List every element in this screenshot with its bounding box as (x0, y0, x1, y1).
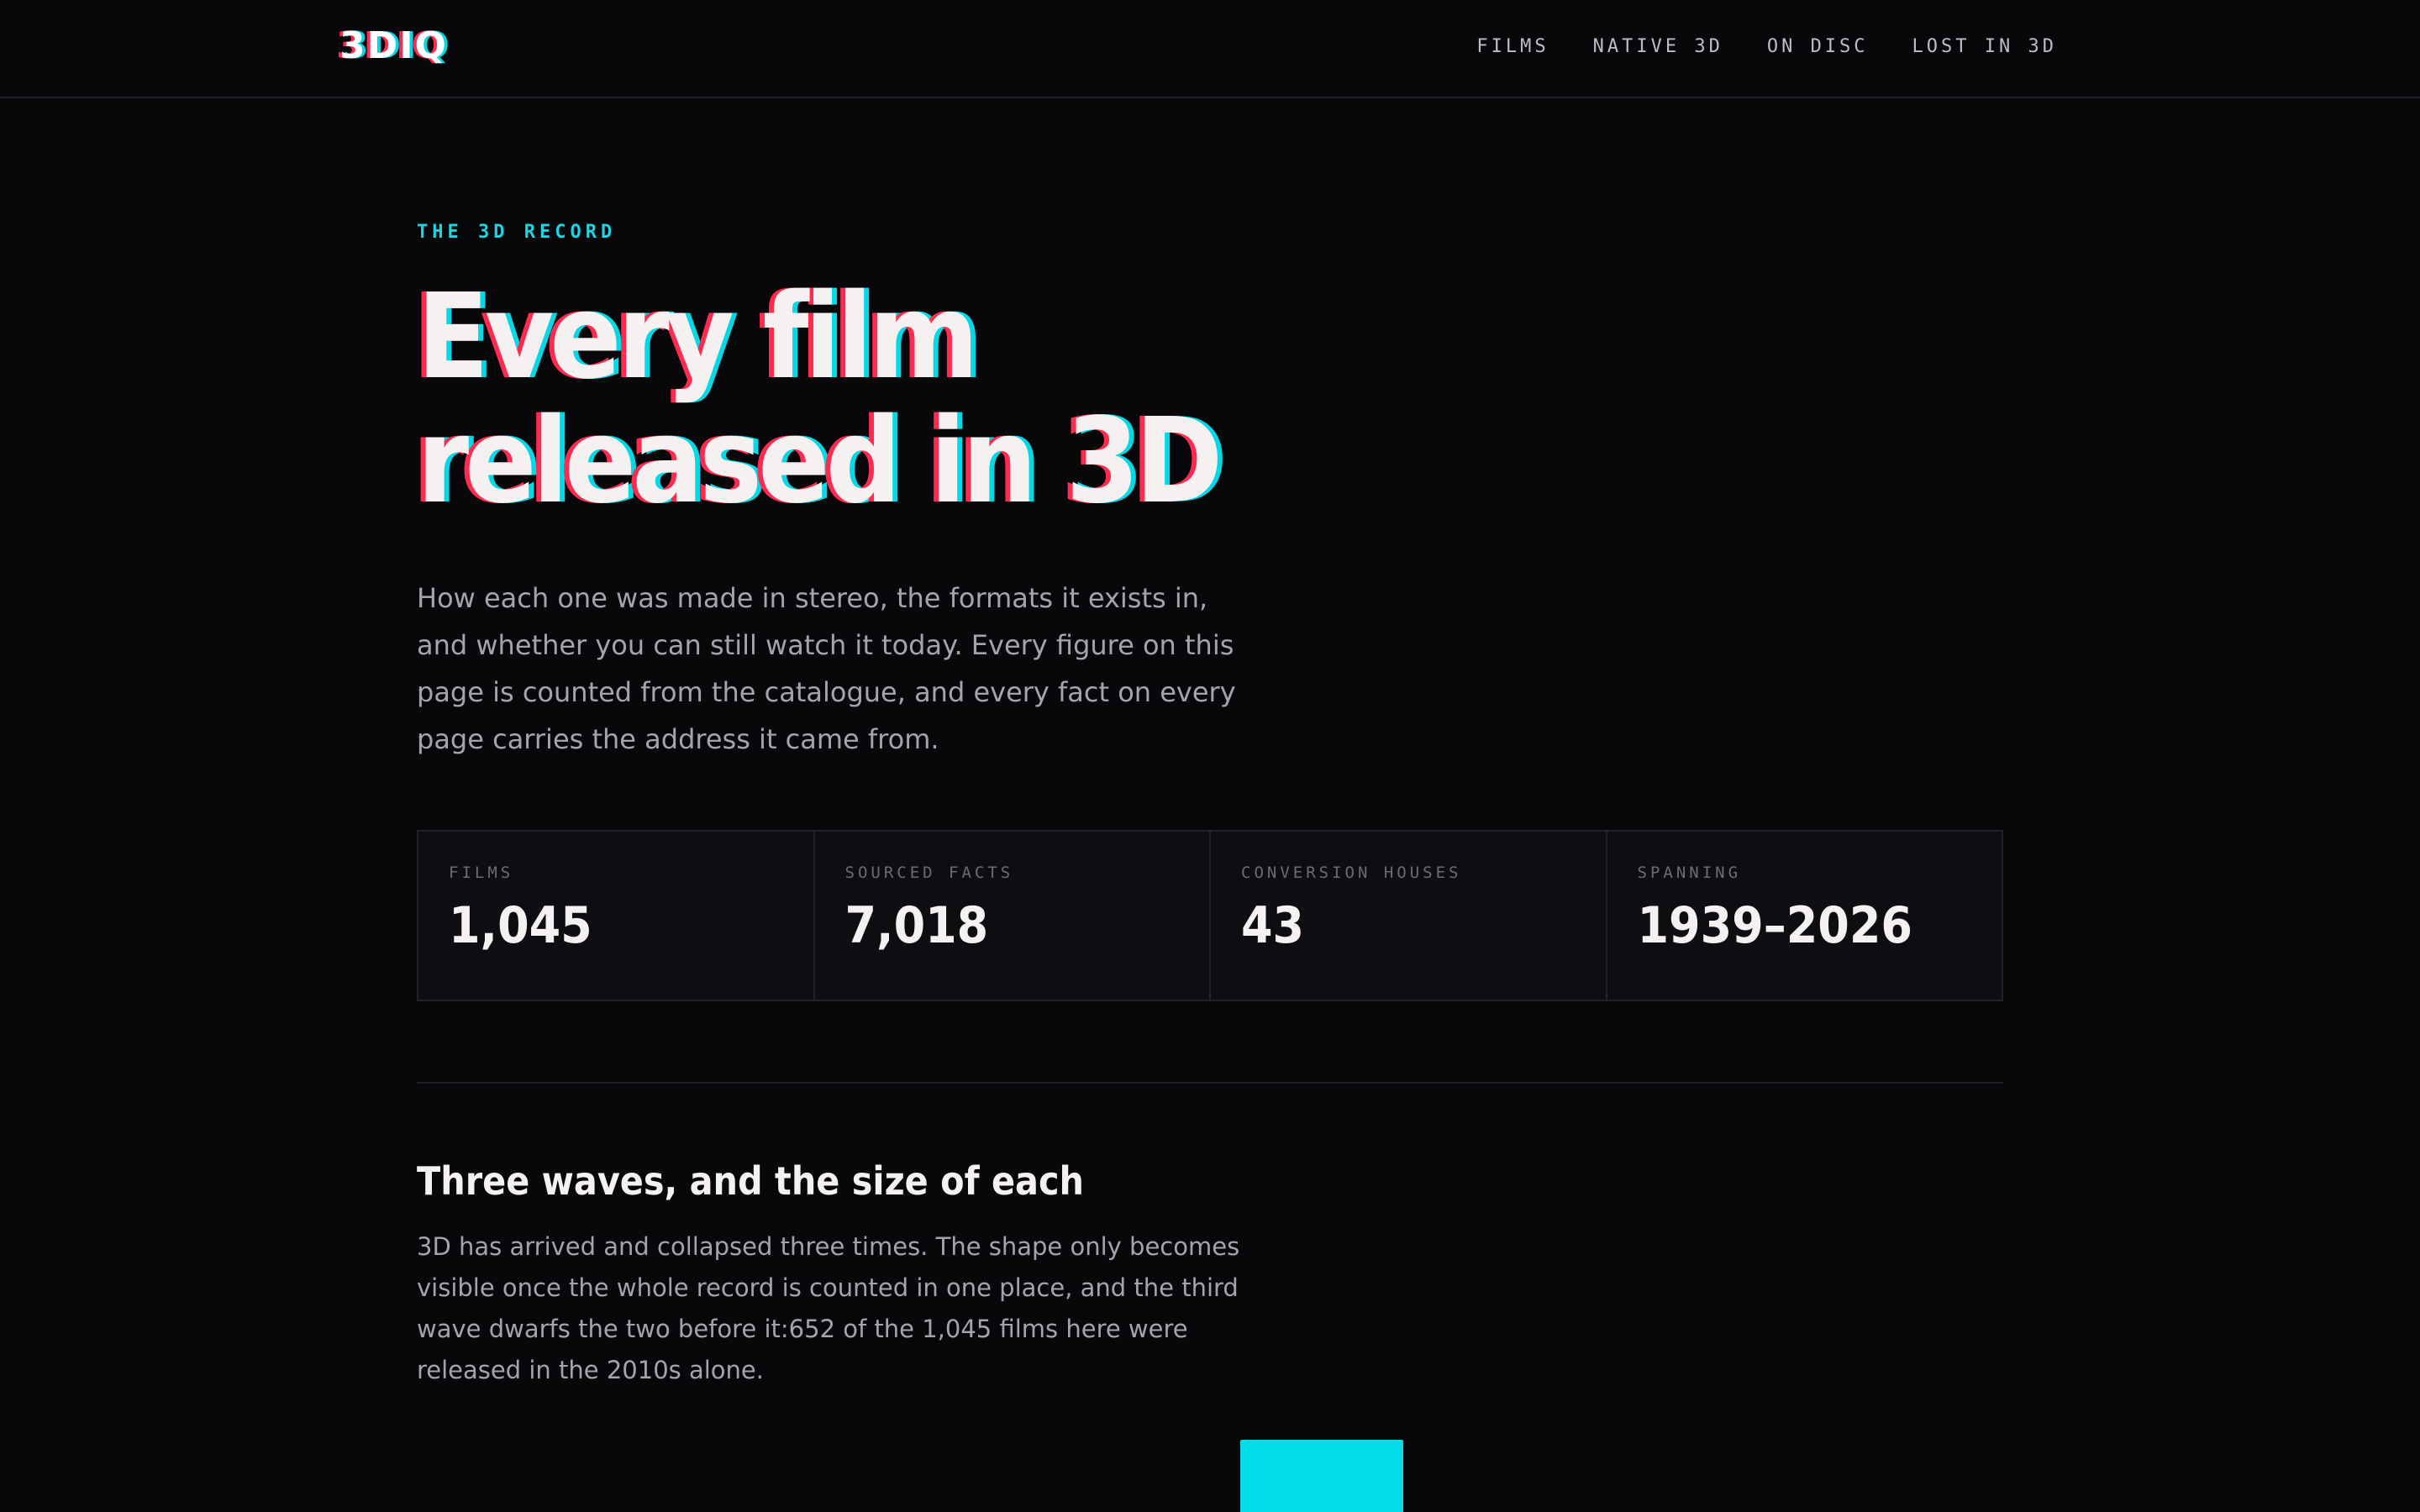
nav-links: FILMS NATIVE 3D ON DISC LOST IN 3D (1476, 32, 2057, 62)
nav-link-lost-in-3d[interactable]: LOST IN 3D (1912, 32, 2057, 62)
waves-section-body: 3D has arrived and collapsed three times… (417, 1232, 1240, 1384)
wave-chart-bar (1240, 1440, 1403, 1512)
hero-lede: How each one was made in stereo, the for… (417, 582, 1236, 755)
nav-link-on-disc[interactable]: ON DISC (1767, 32, 1869, 62)
hero-title-line-1: Every film (417, 269, 979, 406)
hero-title: Every film released in 3D (417, 276, 1341, 524)
section-divider (417, 1082, 2003, 1084)
site-logo[interactable]: 3DIQ (339, 25, 448, 67)
top-navigation: 3DIQ FILMS NATIVE 3D ON DISC LOST IN 3D (0, 0, 2420, 98)
stat-value: 7,018 (844, 896, 989, 955)
stat-value: 1,045 (449, 896, 592, 955)
stat-label: SOURCED FACTS (844, 864, 1014, 882)
stats-panel: FILMS 1,045 SOURCED FACTS 7,018 CONVERSI… (417, 830, 2003, 1001)
nav-link-native-3d[interactable]: NATIVE 3D (1593, 32, 1723, 62)
stat-sourced-facts: SOURCED FACTS 7,018 (815, 832, 1211, 1000)
stat-value: 1939–2026 (1637, 896, 1912, 955)
hero-title-line-2: released in 3D (417, 393, 1223, 530)
stat-value: 43 (1241, 896, 1305, 955)
stat-spanning: SPANNING 1939–2026 (1607, 832, 2002, 1000)
stat-label: CONVERSION HOUSES (1241, 864, 1462, 882)
hero-eyebrow: THE 3D RECORD (417, 222, 617, 243)
nav-link-films[interactable]: FILMS (1476, 32, 1549, 62)
stat-conversion-houses: CONVERSION HOUSES 43 (1211, 832, 1607, 1000)
stat-films: FILMS 1,045 (418, 832, 815, 1000)
stat-label: SPANNING (1637, 864, 1742, 882)
waves-section-title: Three waves, and the size of each (417, 1158, 1084, 1204)
stat-label: FILMS (449, 864, 514, 882)
